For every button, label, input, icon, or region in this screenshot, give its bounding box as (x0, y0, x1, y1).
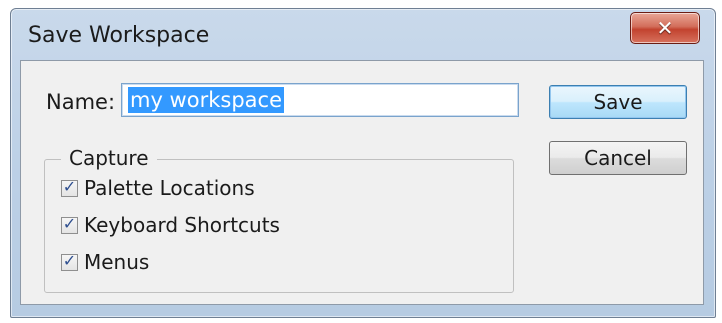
close-icon: ✕ (656, 16, 674, 40)
option-palette-locations[interactable]: ✓ Palette Locations (61, 174, 255, 202)
keyboard-shortcuts-checkbox[interactable]: ✓ (61, 213, 78, 234)
palette-locations-label: Palette Locations (84, 176, 255, 200)
close-button[interactable]: ✕ (630, 12, 700, 44)
save-workspace-dialog: Save Workspace ✕ Name: my workspace Save… (0, 0, 722, 323)
name-input[interactable]: my workspace (121, 83, 519, 117)
keyboard-shortcuts-label: Keyboard Shortcuts (84, 213, 280, 237)
dialog-body: Name: my workspace Save Cancel Capture ✓… (20, 60, 704, 305)
checkmark-icon: ✓ (62, 213, 77, 233)
name-label: Name: (46, 90, 116, 114)
palette-locations-checkbox[interactable]: ✓ (61, 176, 78, 197)
capture-group: Capture ✓ Palette Locations ✓ Keyboard S… (44, 146, 514, 293)
checkmark-icon: ✓ (62, 250, 77, 270)
window-title: Save Workspace (28, 23, 210, 48)
menus-label: Menus (84, 250, 150, 274)
name-input-value: my workspace (128, 87, 284, 113)
save-button[interactable]: Save (549, 85, 687, 119)
option-menus[interactable]: ✓ Menus (61, 248, 149, 276)
checkmark-icon: ✓ (62, 176, 77, 196)
capture-group-legend: Capture (61, 146, 157, 170)
option-keyboard-shortcuts[interactable]: ✓ Keyboard Shortcuts (61, 211, 280, 239)
cancel-button[interactable]: Cancel (549, 141, 687, 175)
menus-checkbox[interactable]: ✓ (61, 250, 78, 271)
title-bar[interactable]: Save Workspace (16, 14, 576, 54)
